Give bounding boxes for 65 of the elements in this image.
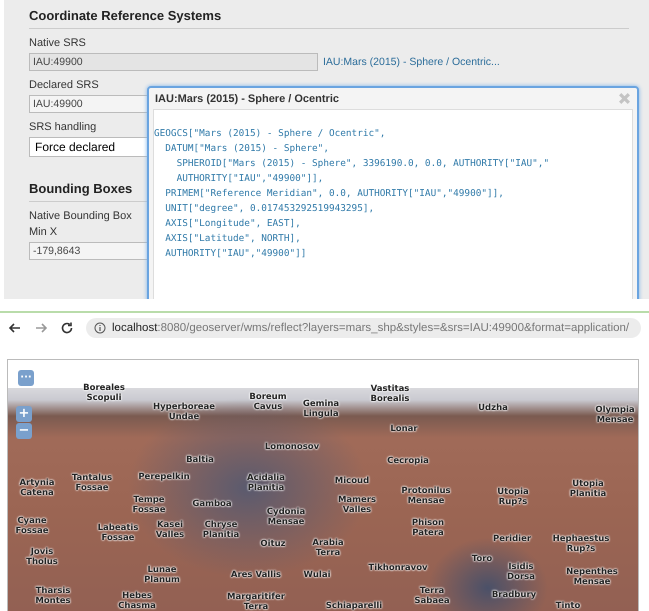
- map-label: Lunae Planum: [144, 565, 180, 585]
- map-label: Gemina Lingula: [302, 399, 340, 419]
- map-label: Peridier: [492, 534, 532, 544]
- map-label: Acidalia Planitia: [247, 473, 285, 493]
- map-label: Phison Patera: [412, 518, 444, 538]
- map-label: Wulai: [304, 570, 330, 580]
- map-label: Tinto: [556, 601, 580, 611]
- map-label: Tikhonravov: [368, 563, 428, 573]
- field-label: SRS handling: [29, 121, 96, 133]
- field-label: Min X: [29, 226, 58, 238]
- map-label: Schiaparelli: [326, 601, 382, 611]
- popup-title: IAU:Mars (2015) - Sphere / Ocentric: [155, 92, 340, 104]
- code-line: PRIMEM["Reference Meridian", 0.0, AUTHORITY["IAU","49900"]],: [164, 187, 505, 201]
- map-label: Boreales Scopuli: [83, 383, 125, 403]
- map-label: Kasei Valles: [156, 520, 184, 540]
- code-line: DATUM["Mars (2015) - Sphere",: [164, 142, 330, 156]
- code-line: AUTHORITY["IAU","49900"]],: [176, 172, 324, 186]
- map-label: Labeatis Fossae: [98, 523, 138, 543]
- field-label: Native SRS: [29, 37, 86, 49]
- map-label: Hephaestus Rup?s: [552, 534, 610, 554]
- code-line: UNIT["degree", 0.017453292519943295],: [164, 202, 376, 216]
- map-label: Chryse Planitia: [202, 520, 240, 540]
- map-label: Utopia Rup?s: [497, 487, 529, 507]
- map-label: Margaritifer Terra: [227, 592, 285, 611]
- map-label: Micoud: [334, 476, 370, 486]
- map-label: Hyperboreae Undae: [152, 402, 216, 422]
- map-label: Ares Vallis: [230, 570, 282, 580]
- section-heading: Bounding Boxes: [29, 181, 132, 196]
- map-label: Baltia: [186, 455, 214, 465]
- map-label: Toro: [472, 554, 492, 564]
- field-label: Declared SRS: [29, 79, 99, 91]
- code-line: AXIS["Longitude", EAST],: [164, 217, 302, 231]
- field-label: Native Bounding Box: [29, 210, 132, 222]
- map-label: Tempe Fossae: [132, 495, 166, 515]
- map-label: Artynia Catena: [19, 478, 55, 498]
- map-label: Bradbury: [492, 590, 536, 600]
- map-label: Jovis Tholus: [26, 547, 58, 567]
- section-heading: Coordinate Reference Systems: [29, 8, 222, 23]
- code-line: AUTHORITY["IAU","49900"]]: [164, 247, 308, 261]
- map-label: Tantalus Fossae: [72, 473, 112, 493]
- code-line: GEOGCS["Mars (2015) - Sphere / Ocentric",: [154, 127, 386, 141]
- map-label: Perepelkin: [138, 472, 190, 482]
- map-label: Udzha: [478, 403, 508, 413]
- code-line: AXIS["Latitude", NORTH],: [164, 232, 302, 246]
- map-label: Gamboa: [192, 499, 232, 509]
- map-label: Utopia Planitia: [570, 479, 606, 499]
- map-label: Protonilus Mensae: [401, 486, 451, 506]
- map-label: Olympia Mensae: [595, 405, 635, 425]
- map-label: Nepenthes Mensae: [566, 567, 618, 587]
- map-label: Terra Sabaea: [414, 586, 450, 606]
- code-line: SPHEROID["Mars (2015) - Sphere", 3396190.0, 0.0, AUTHORITY["IAU",": [176, 157, 550, 171]
- map-label: Vastitas Borealis: [370, 384, 410, 404]
- map-label: Cydonia Mensae: [266, 507, 306, 527]
- url-text: localhost:8080/geoserver/wms/reflect?layers=mars_shp&styles=&srs=IAU:49900&format=application/: [112, 322, 630, 334]
- map-label: Lomonosov: [264, 442, 320, 452]
- map-label: Oituz: [260, 539, 286, 549]
- map-label: Mamers Valles: [338, 495, 376, 515]
- map-label: Cyane Fossae: [16, 516, 48, 536]
- map-label: Tharsis Montes: [35, 586, 71, 606]
- map-label: Boreum Cavus: [249, 392, 287, 412]
- map-label: Hebes Chasma: [118, 591, 156, 611]
- map-label: Lonar: [390, 424, 418, 434]
- map-label: Cecropia: [387, 456, 429, 466]
- map-label: Isidis Dorsa: [507, 562, 535, 582]
- map-label: Arabia Terra: [312, 538, 344, 558]
